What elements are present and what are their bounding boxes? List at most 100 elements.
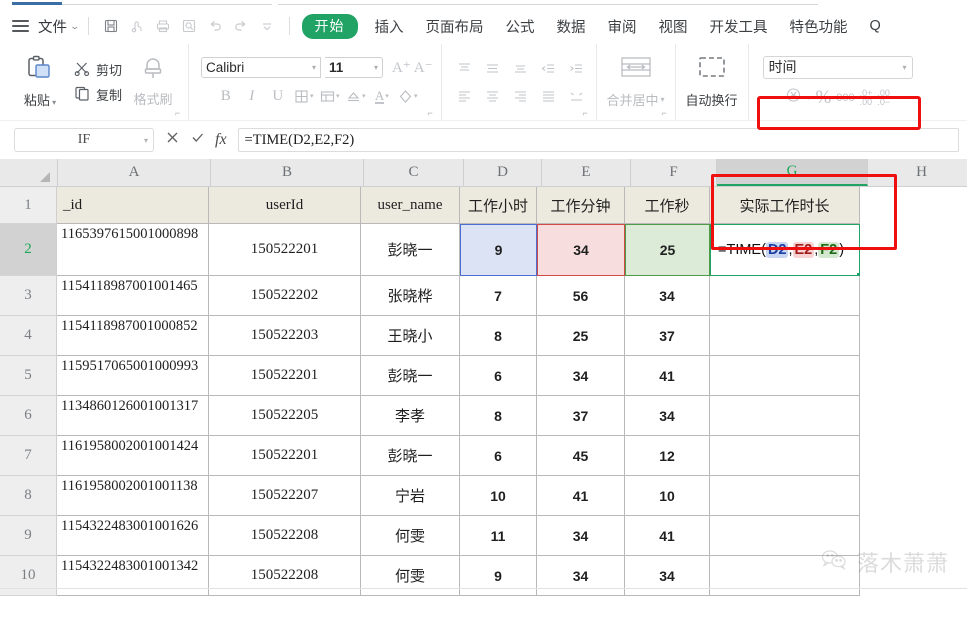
cut-button[interactable]: 剪切 [74, 60, 122, 79]
formula-input[interactable]: =TIME(D2,E2,F2) [237, 128, 959, 152]
cell-h3[interactable] [860, 276, 967, 316]
cell-b4[interactable]: 150522203 [209, 316, 361, 356]
column-header-g[interactable]: G [717, 159, 868, 186]
file-menu-button[interactable]: 文件 ⌄ [12, 16, 80, 37]
cell-d3[interactable]: 7 [460, 276, 537, 316]
cell-h10[interactable] [860, 556, 967, 596]
cell-b5[interactable]: 150522201 [209, 356, 361, 396]
fill-color-button[interactable]: ▾ [343, 85, 368, 107]
align-center-button[interactable] [480, 86, 506, 106]
cell-c8[interactable]: 宁岩 [361, 476, 460, 516]
column-header-c[interactable]: C [364, 159, 464, 186]
comma-format-button[interactable]: 000 [836, 92, 854, 104]
cell-d9[interactable]: 11 [460, 516, 537, 556]
cell-e6[interactable]: 37 [537, 396, 625, 436]
cell-g9[interactable] [710, 516, 860, 556]
touch-mode-icon[interactable] [124, 14, 150, 38]
cell-g8[interactable] [710, 476, 860, 516]
percent-format-button[interactable]: % [815, 87, 831, 109]
cell-a2[interactable]: 1165397615001000898 [57, 224, 209, 276]
tab-review[interactable]: 审阅 [597, 14, 648, 39]
align-bottom-button[interactable] [508, 58, 534, 78]
fill-handle[interactable] [857, 273, 859, 275]
cell-g7[interactable] [710, 436, 860, 476]
cell-h1[interactable] [860, 187, 967, 224]
close-icon[interactable] [165, 130, 180, 150]
decrease-font-size-icon[interactable]: A⁻ [414, 58, 433, 77]
cell-d7[interactable]: 6 [460, 436, 537, 476]
row-header-3[interactable]: 3 [0, 276, 57, 316]
cell-c6[interactable]: 李孝 [361, 396, 460, 436]
cell-e7[interactable]: 45 [537, 436, 625, 476]
ribbon-group-wrap[interactable]: 自动换行 [674, 44, 748, 120]
cell-h9[interactable] [860, 516, 967, 556]
cell-f8[interactable]: 10 [625, 476, 710, 516]
cell-g5[interactable] [710, 356, 860, 396]
increase-indent-button[interactable] [564, 58, 590, 78]
row-header-1[interactable]: 1 [0, 187, 57, 224]
tab-insert[interactable]: 插入 [364, 14, 415, 39]
cell-f5[interactable]: 41 [625, 356, 710, 396]
cell-g10[interactable] [710, 556, 860, 596]
currency-format-button[interactable] [785, 87, 802, 108]
clear-format-button[interactable]: ▾ [395, 85, 420, 107]
cell-f7[interactable]: 12 [625, 436, 710, 476]
cell-c2[interactable]: 彭晓一 [361, 224, 460, 276]
bold-button[interactable]: B [213, 85, 238, 107]
row-header-10[interactable]: 10 [0, 556, 57, 596]
cell-a10[interactable]: 1154322483001001342 [57, 556, 209, 596]
cell-e8[interactable]: 41 [537, 476, 625, 516]
cell-f9[interactable]: 41 [625, 516, 710, 556]
cell-c1[interactable]: user_name [361, 187, 460, 224]
column-header-b[interactable]: B [211, 159, 364, 186]
tab-formulas[interactable]: 公式 [495, 14, 546, 39]
column-header-d[interactable]: D [464, 159, 542, 186]
cell-d8[interactable]: 10 [460, 476, 537, 516]
underline-button[interactable]: U [265, 85, 290, 107]
ribbon-group-merge[interactable]: 合并居中 ▾ ⌐ [595, 44, 675, 120]
cell-c3[interactable]: 张晓桦 [361, 276, 460, 316]
cell-e10[interactable]: 34 [537, 556, 625, 596]
align-right-button[interactable] [508, 86, 534, 106]
fx-icon[interactable]: fx [215, 131, 227, 149]
cell-c4[interactable]: 王晓小 [361, 316, 460, 356]
cell-a1[interactable]: _id [57, 187, 209, 224]
cell-h5[interactable] [860, 356, 967, 396]
column-header-e[interactable]: E [542, 159, 631, 186]
decrease-decimal-button[interactable]: .00.0− [877, 88, 890, 107]
paste-button[interactable]: 粘贴 ▾ [14, 55, 66, 109]
distribute-button[interactable] [564, 86, 590, 106]
increase-font-size-icon[interactable]: A⁺ [392, 58, 411, 77]
cell-e2[interactable]: 34 [537, 224, 625, 276]
cell-g6[interactable] [710, 396, 860, 436]
name-box[interactable]: IF ▾ [14, 128, 154, 152]
copy-button[interactable]: 复制 [74, 85, 122, 104]
tab-page-layout[interactable]: 页面布局 [415, 14, 495, 39]
print-icon[interactable] [150, 14, 176, 38]
cell-b2[interactable]: 150522201 [209, 224, 361, 276]
cell-a4[interactable]: 1154118987001000852 [57, 316, 209, 356]
cell-g4[interactable] [710, 316, 860, 356]
align-left-button[interactable] [452, 86, 478, 106]
font-dialog-launcher[interactable]: ⌐ [428, 109, 436, 118]
cell-b6[interactable]: 150522205 [209, 396, 361, 436]
cell-h2[interactable] [860, 224, 967, 276]
print-preview-icon[interactable] [176, 14, 202, 38]
cell-f3[interactable]: 34 [625, 276, 710, 316]
select-all-corner[interactable] [0, 159, 58, 186]
cell-f2[interactable]: 25 [625, 224, 710, 276]
cell-h6[interactable] [860, 396, 967, 436]
column-header-f[interactable]: F [631, 159, 717, 186]
font-size-input[interactable]: 11 ▾ [325, 57, 384, 78]
cell-f4[interactable]: 37 [625, 316, 710, 356]
cell-g3[interactable] [710, 276, 860, 316]
check-icon[interactable] [190, 130, 205, 150]
save-icon[interactable] [98, 14, 124, 38]
cell-b1[interactable]: userId [209, 187, 361, 224]
tab-view[interactable]: 视图 [648, 14, 699, 39]
row-header-5[interactable]: 5 [0, 356, 57, 396]
cell-h7[interactable] [860, 436, 967, 476]
cell-a6[interactable]: 1134860126001001317 [57, 396, 209, 436]
row-header-4[interactable]: 4 [0, 316, 57, 356]
cell-f10[interactable]: 34 [625, 556, 710, 596]
